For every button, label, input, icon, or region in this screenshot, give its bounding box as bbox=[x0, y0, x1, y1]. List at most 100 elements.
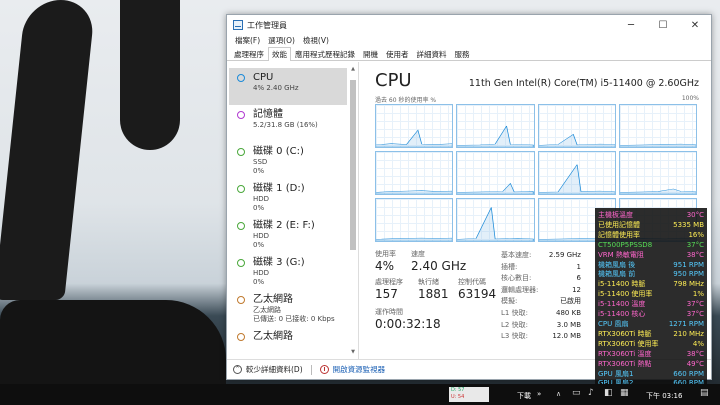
menu-file[interactable]: 檔案(F) bbox=[231, 35, 264, 47]
tab-details[interactable]: 詳細資料 bbox=[413, 47, 451, 60]
tray-keyboard-icon[interactable]: ▦ bbox=[620, 388, 629, 398]
tray-ime-icon[interactable]: ◧ bbox=[604, 388, 613, 398]
sensor-label: i5-11400 溫度 bbox=[598, 300, 646, 309]
collapse-icon[interactable]: ^ bbox=[233, 365, 242, 374]
sensor-value: 37°C bbox=[686, 300, 704, 309]
sensor-value: 37°C bbox=[686, 310, 704, 319]
resource-name: 乙太網路 bbox=[253, 294, 293, 305]
taskbar: D: 57 U: 54 下載 » ∧ ▭ ♪ ◧ ▦ 下午 03:16 ▤ bbox=[0, 384, 720, 405]
sensor-label: 機箱風扇 前 bbox=[598, 270, 636, 279]
sensor-label: i5-11400 核心 bbox=[598, 310, 646, 319]
fewer-details-link[interactable]: 較少詳細資料(D) bbox=[246, 364, 303, 375]
core-graph-line bbox=[376, 129, 453, 147]
tab-users[interactable]: 使用者 bbox=[382, 47, 413, 60]
resource-item[interactable]: CPU 4% 2.40 GHz bbox=[229, 68, 347, 105]
tray-sound-icon[interactable]: ♪ bbox=[588, 388, 594, 398]
resource-indicator-icon bbox=[237, 222, 245, 230]
detail-value: 12 bbox=[572, 285, 581, 294]
handles-stat: 控制代碼 63194 bbox=[458, 278, 496, 302]
minimize-button[interactable]: ─ bbox=[615, 15, 647, 35]
cpu-model-name: 11th Gen Intel(R) Core(TM) i5-11400 @ 2.… bbox=[468, 78, 699, 89]
resource-item[interactable]: 磁碟 2 (E: F:) HDD 0% bbox=[229, 216, 347, 253]
core-graph bbox=[456, 198, 535, 242]
taskbar-clock[interactable]: 下午 03:16 bbox=[646, 391, 682, 401]
detail-value: 3.0 MB bbox=[556, 320, 581, 329]
uptime-label: 運作時間 bbox=[375, 308, 403, 316]
taskbar-chevron-icon[interactable]: » bbox=[537, 390, 541, 398]
sensor-value: 30°C bbox=[686, 211, 704, 219]
menu-view[interactable]: 檢視(V) bbox=[299, 35, 333, 47]
graph-caption: 過去 60 秒的使用率 % bbox=[375, 97, 437, 104]
resource-list-scrollbar[interactable]: ▲ ▼ bbox=[349, 66, 357, 355]
core-graph-line bbox=[538, 164, 615, 194]
sensor-row: RTX3060Ti 溫度 38°C bbox=[598, 350, 704, 360]
sensor-value: 210 MHz bbox=[673, 329, 704, 338]
core-graph bbox=[375, 104, 454, 148]
resource-detail: HDD bbox=[253, 269, 270, 277]
threads-stat: 執行緒 1881 bbox=[418, 278, 449, 302]
sensor-label: RTX3060Ti 時脈 bbox=[598, 329, 652, 338]
tab-processes[interactable]: 處理程序 bbox=[230, 47, 268, 60]
tab-performance[interactable]: 效能 bbox=[268, 47, 291, 61]
core-graph bbox=[618, 104, 697, 148]
background-figure-leg bbox=[0, 0, 96, 300]
graph-max-label: 100% bbox=[681, 95, 699, 102]
scroll-thumb[interactable] bbox=[350, 80, 356, 250]
detail-key: 模擬: bbox=[501, 297, 518, 306]
tray-network-icon[interactable]: ▭ bbox=[572, 388, 581, 398]
resource-indicator-icon bbox=[237, 259, 245, 267]
tab-services[interactable]: 服務 bbox=[451, 47, 474, 60]
sensor-value: 951 RPM bbox=[673, 260, 704, 269]
resource-item[interactable]: 磁碟 3 (G:) HDD 0% bbox=[229, 253, 347, 290]
network-speed-widget[interactable]: D: 57 U: 54 bbox=[449, 387, 489, 402]
sensor-row: CPU 風扇 1271 RPM bbox=[598, 320, 704, 330]
resource-item[interactable]: 乙太網路 bbox=[229, 327, 347, 359]
resource-monitor-icon bbox=[319, 365, 329, 374]
resource-item[interactable]: 磁碟 1 (D:) HDD 0% bbox=[229, 179, 347, 216]
resource-list-panel: CPU 4% 2.40 GHz 記憶體 5.2/31.8 GB (16%) 磁碟… bbox=[227, 62, 359, 359]
cpu-details-table: 基本速度: 2.59 GHz 插槽: 1 核心數目: 6 邏輯處理器: 12 模擬: 已… bbox=[501, 250, 581, 343]
tab-app-history[interactable]: 應用程式歷程記錄 bbox=[291, 47, 359, 60]
resource-indicator-icon bbox=[237, 185, 245, 193]
sensor-label: CT500P5PSSD8 bbox=[598, 240, 653, 249]
detail-row: 邏輯處理器: 12 bbox=[501, 285, 581, 297]
resource-indicator-icon bbox=[237, 296, 245, 304]
resource-name: 磁碟 3 (G:) bbox=[253, 257, 305, 268]
sensor-label: 主機板溫度 bbox=[598, 211, 633, 219]
sensor-row: CT500P5PSSD8 37°C bbox=[598, 241, 704, 251]
detail-row: L3 快取: 12.0 MB bbox=[501, 331, 581, 343]
core-graph bbox=[456, 104, 535, 148]
resource-item[interactable]: 乙太網路 乙太網路 已傳送: 0 已接收: 0 Kbps bbox=[229, 290, 347, 327]
resource-item[interactable]: 磁碟 0 (C:) SSD 0% bbox=[229, 142, 347, 179]
menu-options[interactable]: 選項(O) bbox=[264, 35, 299, 47]
sensor-overlay-panel: 主機板溫度 30°C 已使用記憶體 5335 MB 記憶體使用率 16% CT500P… bbox=[595, 208, 707, 387]
core-graph-line bbox=[619, 143, 696, 147]
tab-startup[interactable]: 開機 bbox=[359, 47, 382, 60]
open-resource-monitor-link[interactable]: 開啟資源監視器 bbox=[333, 364, 386, 375]
maximize-button[interactable]: ☐ bbox=[647, 15, 679, 35]
notification-icon[interactable]: ▤ bbox=[700, 388, 709, 398]
detail-value: 6 bbox=[576, 274, 581, 283]
detail-row: L1 快取: 480 KB bbox=[501, 308, 581, 320]
core-graph-line bbox=[376, 237, 453, 241]
sensor-label: RTX3060Ti 熱點 bbox=[598, 359, 652, 368]
resource-detail-2: 0% bbox=[253, 167, 265, 175]
sensor-row: 主機板溫度 30°C bbox=[598, 211, 704, 221]
usage-value: 4% bbox=[375, 259, 395, 273]
uptime-stat: 運作時間 0:00:32:18 bbox=[375, 308, 441, 332]
taskbar-download-label[interactable]: 下載 bbox=[517, 391, 531, 401]
sensor-value: 5335 MB bbox=[673, 220, 704, 229]
detail-row: 模擬: 已啟用 bbox=[501, 296, 581, 308]
speed-stat: 速度 2.40 GHz bbox=[411, 250, 466, 274]
usage-label: 使用率 bbox=[375, 250, 396, 258]
tray-overflow-icon[interactable]: ∧ bbox=[556, 390, 561, 398]
detail-row: 插槽: 1 bbox=[501, 262, 581, 274]
detail-value: 480 KB bbox=[556, 308, 581, 317]
close-button[interactable]: ✕ bbox=[679, 15, 711, 35]
resource-item[interactable]: 記憶體 5.2/31.8 GB (16%) bbox=[229, 105, 347, 142]
footer-separator bbox=[310, 364, 312, 375]
resource-detail-2: 已傳送: 0 已接收: 0 Kbps bbox=[253, 315, 335, 323]
scroll-up-icon[interactable]: ▲ bbox=[349, 66, 357, 72]
scroll-down-icon[interactable]: ▼ bbox=[349, 349, 357, 355]
detail-row: 基本速度: 2.59 GHz bbox=[501, 250, 581, 262]
